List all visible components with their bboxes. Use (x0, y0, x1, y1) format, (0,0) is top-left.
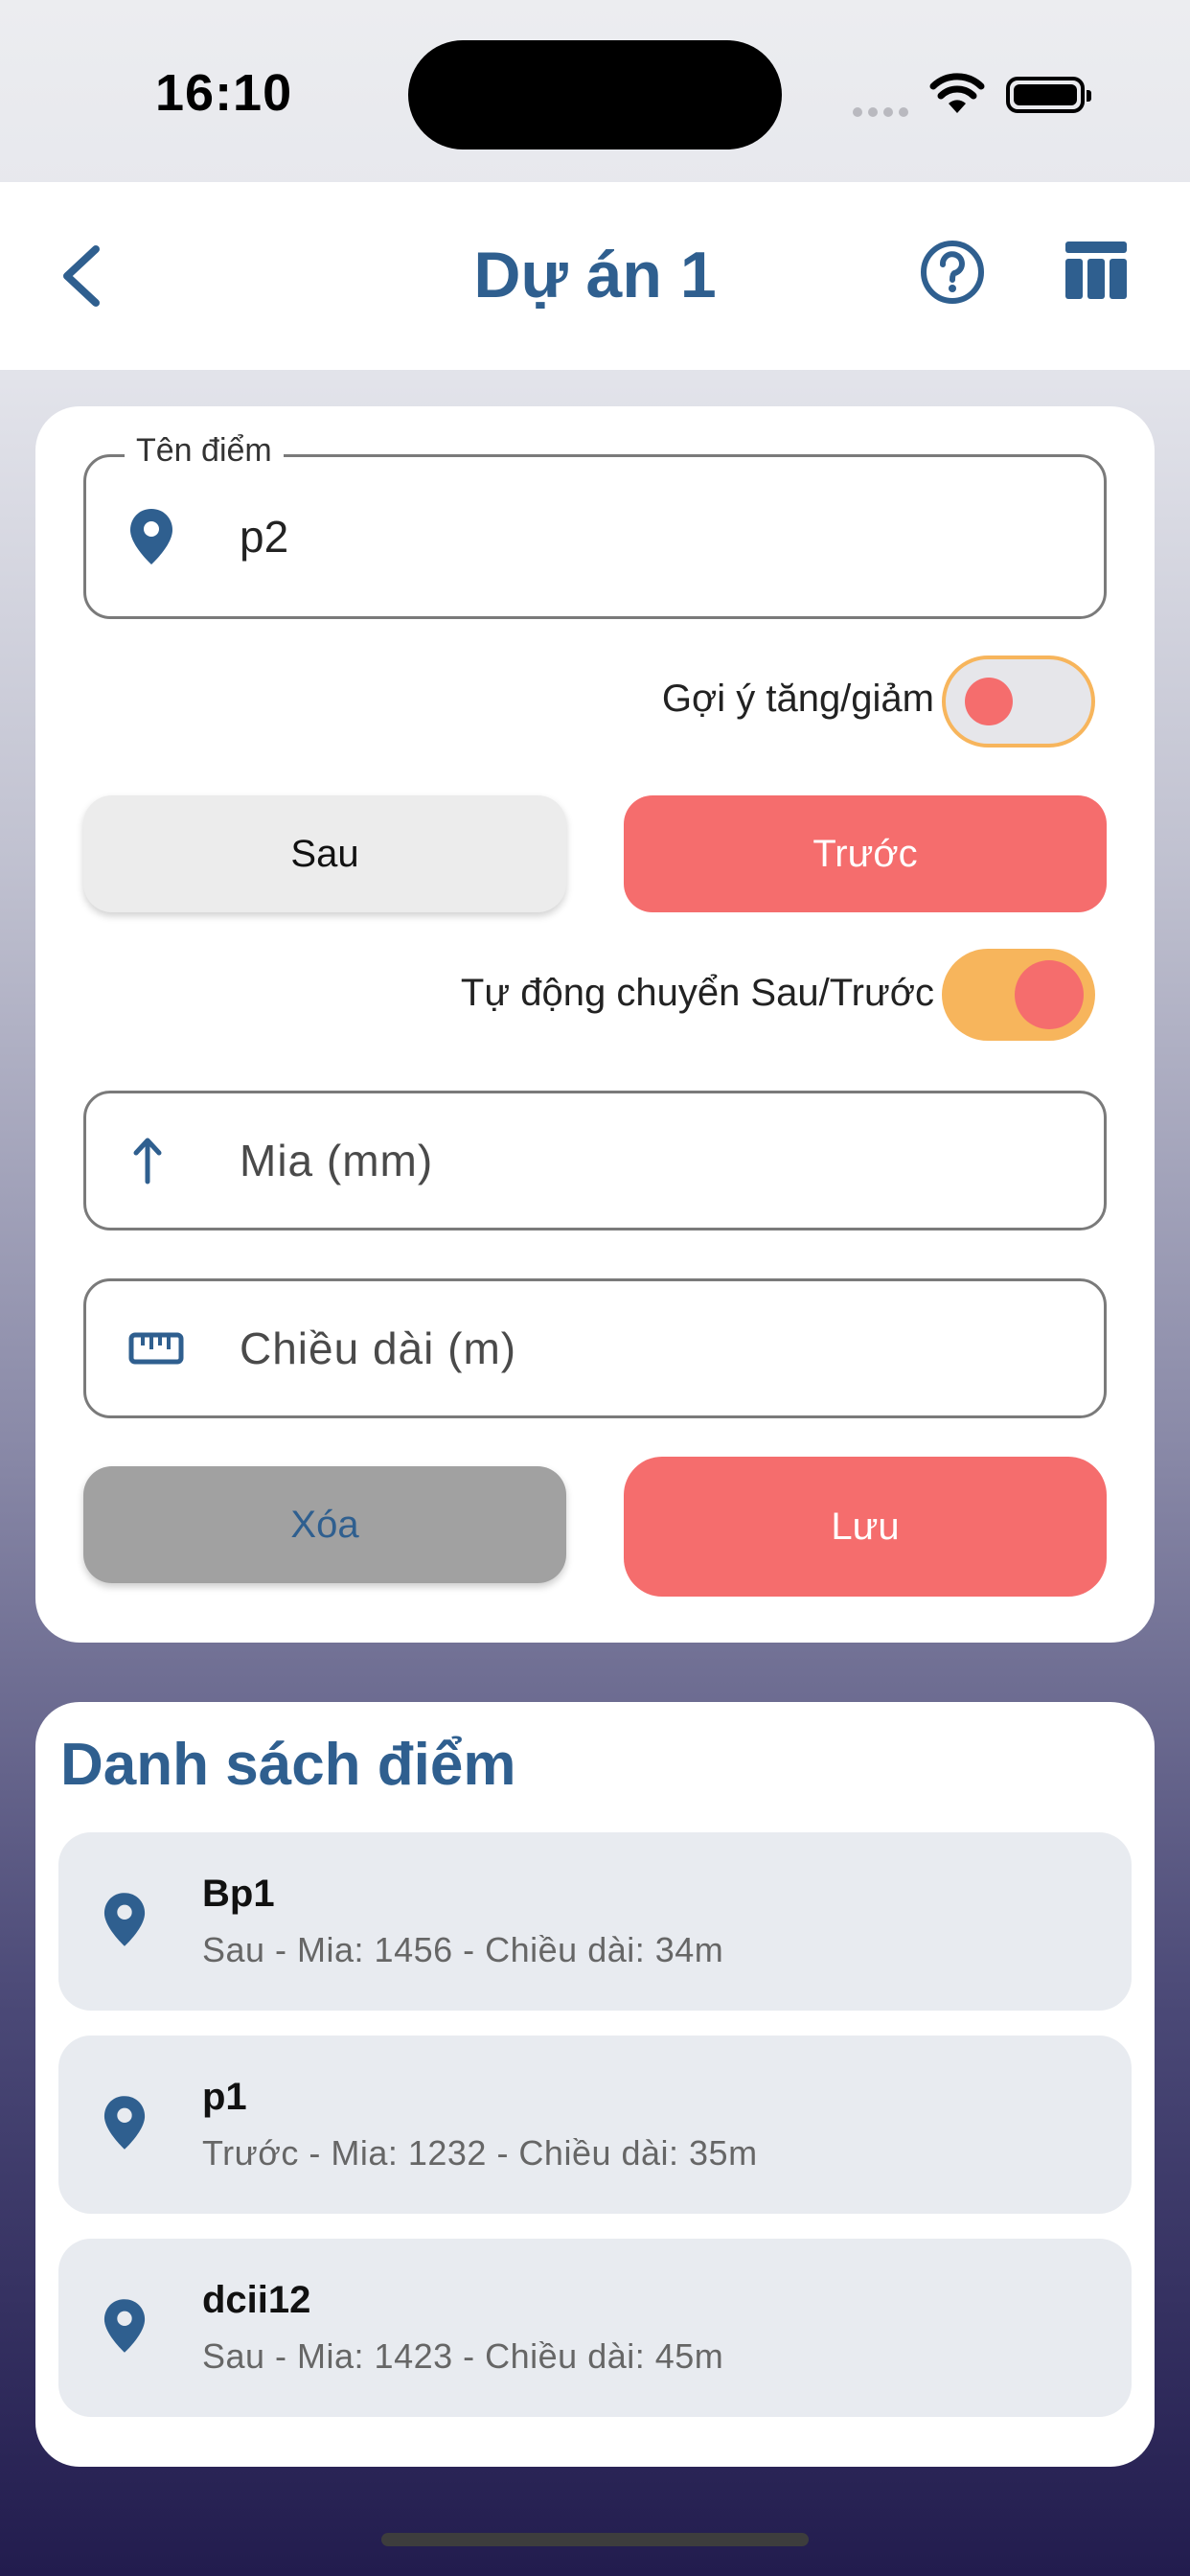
page-title: Dự án 1 (473, 239, 717, 311)
points-list-card: Danh sách điểm Bp1 Sau - Mia: 1456 - Chi… (35, 1702, 1155, 2467)
points-list-title: Danh sách điểm (60, 1732, 516, 1798)
suggest-toggle-label: Gợi ý tăng/giảm (661, 678, 934, 720)
location-pin-icon (103, 2299, 146, 2353)
list-item-detail: Trước - Mia: 1232 - Chiều dài: 35m (202, 2133, 758, 2173)
app-bar: Dự án 1 (0, 182, 1190, 370)
point-name-value: p2 (240, 512, 289, 562)
list-item[interactable]: p1 Trước - Mia: 1232 - Chiều dài: 35m (58, 2036, 1132, 2214)
list-item-name: p1 (202, 2076, 247, 2118)
point-name-field[interactable]: Tên điểm p2 (83, 432, 1107, 619)
suggest-toggle[interactable] (942, 656, 1095, 748)
delete-button[interactable]: Xóa (83, 1466, 566, 1583)
auto-switch-toggle-label: Tự động chuyển Sau/Trước (460, 972, 934, 1014)
ruler-icon (128, 1332, 184, 1365)
status-time: 16:10 (155, 64, 293, 122)
back-sight-button[interactable]: Sau (83, 795, 566, 912)
list-item-name: dcii12 (202, 2279, 311, 2321)
length-placeholder: Chiều dài (m) (240, 1323, 517, 1373)
arrow-up-icon (133, 1138, 162, 1184)
status-bar: 16:10 (0, 0, 1190, 182)
point-name-label: Tên điểm (125, 432, 284, 470)
dynamic-island (408, 40, 782, 150)
staff-reading-placeholder: Mia (mm) (240, 1136, 434, 1185)
list-item[interactable]: dcii12 Sau - Mia: 1423 - Chiều dài: 45m (58, 2239, 1132, 2417)
help-circle-icon[interactable] (918, 238, 987, 307)
home-indicator[interactable] (381, 2533, 809, 2546)
auto-switch-toggle[interactable] (942, 949, 1095, 1041)
location-pin-icon (103, 1893, 146, 1946)
location-pin-icon (130, 509, 172, 564)
wifi-icon (929, 73, 985, 113)
list-item-detail: Sau - Mia: 1423 - Chiều dài: 45m (202, 2336, 724, 2376)
staff-reading-field[interactable]: Mia (mm) (83, 1091, 1107, 1230)
cellular-signal-icon (853, 104, 914, 122)
length-field[interactable]: Chiều dài (m) (83, 1278, 1107, 1418)
save-button[interactable]: Lưu (624, 1457, 1107, 1597)
auto-switch-toggle-knob (1015, 960, 1084, 1029)
list-item-name: Bp1 (202, 1873, 275, 1915)
point-entry-card: Tên điểm p2 Gợi ý tăng/giảm Sau Trước Tự… (35, 406, 1155, 1643)
fore-sight-button[interactable]: Trước (624, 795, 1107, 912)
list-item-detail: Sau - Mia: 1456 - Chiều dài: 34m (202, 1930, 724, 1969)
battery-icon (1006, 77, 1091, 113)
table-icon[interactable] (1064, 240, 1129, 301)
location-pin-icon (103, 2096, 146, 2150)
suggest-toggle-knob (965, 678, 1013, 725)
list-item[interactable]: Bp1 Sau - Mia: 1456 - Chiều dài: 34m (58, 1832, 1132, 2011)
